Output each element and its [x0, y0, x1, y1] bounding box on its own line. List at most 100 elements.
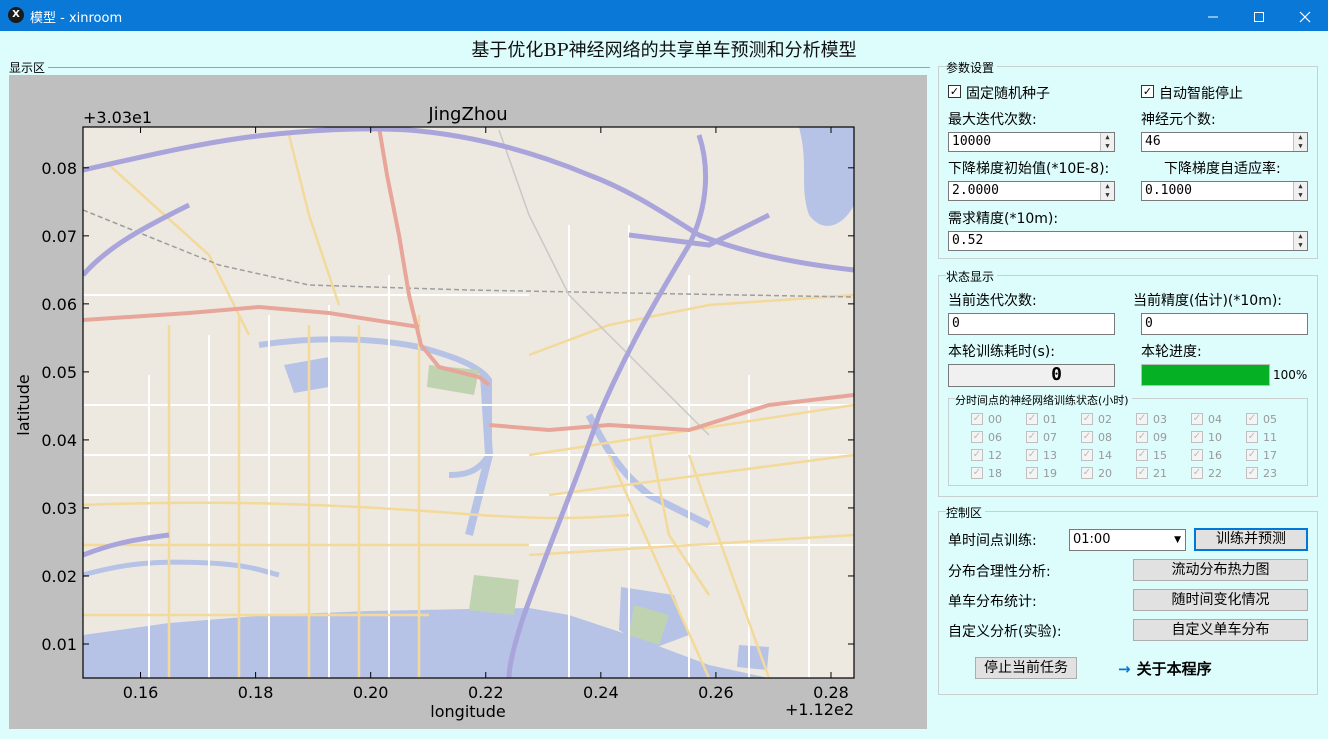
minimize-icon: [1208, 16, 1218, 17]
stop-task-button[interactable]: 停止当前任务: [975, 657, 1077, 679]
max-iter-spinbox[interactable]: 10000 ▲ ▼: [948, 132, 1115, 152]
hour-checkbox-09[interactable]: ✓ 09: [1136, 430, 1167, 444]
checkmark-icon: ✓: [1246, 431, 1258, 443]
y-tick-label: 0.04: [41, 431, 77, 450]
x-offset-label: +1.12e2: [785, 700, 854, 719]
close-icon: [1299, 11, 1311, 22]
lr-adapt-value: 0.1000: [1145, 183, 1192, 198]
checkmark-icon: ✓: [971, 413, 983, 425]
neurons-value: 46: [1145, 134, 1161, 149]
checkmark-icon: ✓: [1081, 449, 1093, 461]
spin-arrows-icon[interactable]: ▲ ▼: [1100, 182, 1114, 200]
map-plot-panel[interactable]: 0.16 0.18 0.20 0.22 0.24 0.26 0.28 0.01 0.02 0.0…: [9, 75, 927, 729]
hour-checkbox-08[interactable]: ✓ 08: [1081, 430, 1112, 444]
hour-label: 09: [1153, 430, 1167, 444]
hour-checkbox-11[interactable]: ✓ 11: [1246, 430, 1277, 444]
x-tick-label: 0.20: [353, 683, 389, 702]
y-tick-label: 0.05: [41, 363, 77, 382]
hour-checkbox-22[interactable]: ✓ 22: [1191, 466, 1222, 480]
y-offset-label: +3.03e1: [83, 108, 152, 127]
cur-iter-field[interactable]: 0: [948, 313, 1115, 335]
spin-arrows-icon[interactable]: ▲ ▼: [1293, 133, 1307, 151]
hour-checkbox-18[interactable]: ✓ 18: [971, 466, 1002, 480]
hour-label: 01: [1043, 412, 1057, 426]
spin-arrows-icon[interactable]: ▲ ▼: [1100, 133, 1114, 151]
checkmark-icon: ✓: [1246, 449, 1258, 461]
hour-label: 19: [1043, 466, 1057, 480]
hour-checkbox-02[interactable]: ✓ 02: [1081, 412, 1112, 426]
close-button[interactable]: [1282, 0, 1328, 31]
hour-label: 17: [1263, 448, 1277, 462]
about-link[interactable]: → 关于本程序: [1118, 658, 1212, 679]
neurons-spinbox[interactable]: 46 ▲ ▼: [1141, 132, 1308, 152]
checkmark-icon: ✓: [1136, 431, 1148, 443]
custom-distribution-button[interactable]: 自定义单车分布: [1133, 619, 1308, 641]
hour-checkbox-21[interactable]: ✓ 21: [1136, 466, 1167, 480]
hour-checkbox-15[interactable]: ✓ 15: [1136, 448, 1167, 462]
y-tick-label: 0.06: [41, 295, 77, 314]
round-progress-bar: [1141, 364, 1270, 386]
train-predict-button[interactable]: 训练并预测: [1194, 528, 1308, 551]
x-tick-label: 0.24: [583, 683, 619, 702]
map-chart[interactable]: 0.16 0.18 0.20 0.22 0.24 0.26 0.28 0.010.020.0…: [9, 75, 927, 729]
lr-init-label: 下降梯度初始值(*10E-8):: [948, 161, 1110, 177]
checkmark-icon: ✓: [1246, 467, 1258, 479]
max-iter-value: 10000: [952, 134, 992, 149]
time-change-button[interactable]: 随时间变化情况: [1133, 589, 1308, 611]
hour-checkbox-13[interactable]: ✓ 13: [1026, 448, 1057, 462]
neurons-label: 神经元个数:: [1141, 112, 1216, 128]
hour-checkbox-19[interactable]: ✓ 19: [1026, 466, 1057, 480]
hour-checkbox-20[interactable]: ✓ 20: [1081, 466, 1112, 480]
lr-init-value: 2.0000: [952, 183, 999, 198]
single-train-label: 单时间点训练:: [948, 533, 1037, 549]
cur-precision-field[interactable]: 0: [1141, 313, 1308, 335]
checkmark-icon: ✓: [1081, 431, 1093, 443]
hour-checkbox-07[interactable]: ✓ 07: [1026, 430, 1057, 444]
hour-label: 02: [1098, 412, 1112, 426]
params-section-label: 参数设置: [946, 59, 998, 76]
spin-arrows-icon[interactable]: ▲ ▼: [1293, 232, 1307, 250]
heatmap-button[interactable]: 流动分布热力图: [1133, 559, 1308, 581]
hour-label: 11: [1263, 430, 1277, 444]
hour-checkbox-16[interactable]: ✓ 16: [1191, 448, 1222, 462]
spin-arrows-icon[interactable]: ▲ ▼: [1293, 182, 1307, 200]
hour-label: 06: [988, 430, 1002, 444]
hour-checkbox-23[interactable]: ✓ 23: [1246, 466, 1277, 480]
hour-label: 00: [988, 412, 1002, 426]
checkmark-icon: ✓: [1246, 413, 1258, 425]
hour-checkbox-05[interactable]: ✓ 05: [1246, 412, 1277, 426]
display-section-divider: [9, 67, 930, 68]
checkmark-icon: ✓: [1136, 413, 1148, 425]
x-tick-label: 0.18: [238, 683, 274, 702]
hour-checkbox-10[interactable]: ✓ 10: [1191, 430, 1222, 444]
window-titlebar: X 模型 - xinroom: [0, 0, 1328, 31]
hour-checkbox-01[interactable]: ✓ 01: [1026, 412, 1057, 426]
x-tick-label: 0.16: [123, 683, 159, 702]
y-tick-label: 0.07: [41, 227, 77, 246]
checkmark-icon: ✓: [1191, 413, 1203, 425]
precision-spinbox[interactable]: 0.52 ▲ ▼: [948, 231, 1308, 251]
y-tick-label: 0.01: [41, 635, 77, 654]
hour-checkbox-17[interactable]: ✓ 17: [1246, 448, 1277, 462]
cur-precision-label: 当前精度(估计)(*10m):: [1133, 293, 1283, 309]
hour-checkbox-12[interactable]: ✓ 12: [971, 448, 1002, 462]
lr-init-spinbox[interactable]: 2.0000 ▲ ▼: [948, 181, 1115, 201]
y-axis-label: latitude: [14, 374, 33, 435]
hour-checkbox-06[interactable]: ✓ 06: [971, 430, 1002, 444]
hour-checkbox-14[interactable]: ✓ 14: [1081, 448, 1112, 462]
lr-adapt-spinbox[interactable]: 0.1000 ▲ ▼: [1141, 181, 1308, 201]
maximize-button[interactable]: [1236, 0, 1282, 31]
auto-stop-checkbox[interactable]: ✓: [1141, 85, 1154, 98]
hour-label: 08: [1098, 430, 1112, 444]
app-icon: X: [8, 7, 24, 23]
minimize-button[interactable]: [1190, 0, 1236, 31]
fixed-seed-label: 固定随机种子: [966, 86, 1050, 102]
hour-checkbox-03[interactable]: ✓ 03: [1136, 412, 1167, 426]
time-select[interactable]: 01:00 ▼: [1069, 529, 1186, 551]
hour-checkbox-04[interactable]: ✓ 04: [1191, 412, 1222, 426]
hour-checkbox-00[interactable]: ✓ 00: [971, 412, 1002, 426]
auto-stop-label: 自动智能停止: [1159, 86, 1243, 102]
checkmark-icon: ✓: [1191, 431, 1203, 443]
precision-value: 0.52: [952, 233, 984, 248]
fixed-seed-checkbox[interactable]: ✓: [948, 85, 961, 98]
